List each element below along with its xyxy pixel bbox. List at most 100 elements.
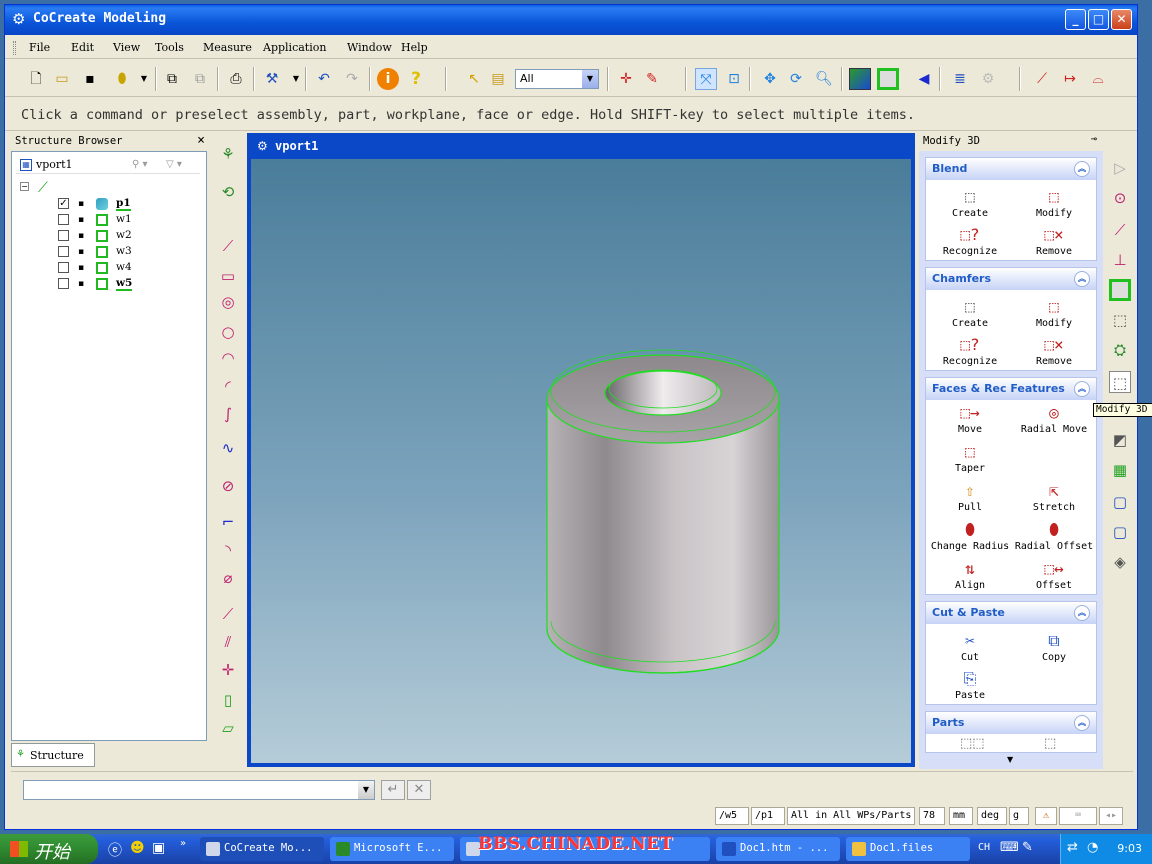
pin-icon[interactable]: ⊸ — [1091, 134, 1097, 145]
workplane-circle-icon[interactable]: ⊙ — [1109, 187, 1131, 209]
new-icon[interactable]: 🗋 — [25, 68, 47, 90]
cylinder-dropdown-icon[interactable]: ▼ — [133, 68, 155, 90]
command-input[interactable]: ▼ — [23, 780, 375, 800]
open-icon[interactable]: ▭ — [51, 68, 73, 90]
face-move-button[interactable]: ⬚→ Move — [928, 402, 1012, 440]
sheet-metal-icon[interactable]: ◈ — [1109, 551, 1131, 573]
group-cut-paste-header[interactable]: Cut & Paste ︽ — [926, 602, 1096, 624]
circle-center-icon[interactable]: ◎ — [217, 291, 239, 313]
menu-file[interactable]: File — [29, 41, 50, 54]
warning-icon[interactable]: ⚠ — [1035, 807, 1057, 825]
blend-modify-button[interactable]: ⬚ Modify — [1012, 186, 1096, 224]
group-blend-header[interactable]: Blend ︽ — [926, 158, 1096, 180]
tab-structure[interactable]: ⚘ Structure — [11, 743, 95, 767]
menu-view[interactable]: View — [113, 41, 140, 54]
collapse-icon[interactable]: ︽ — [1074, 381, 1090, 397]
mesh-icon[interactable]: ▦ — [1109, 459, 1131, 481]
task-excel[interactable]: Microsoft E... — [330, 837, 454, 861]
clock[interactable]: 9:03 — [1117, 842, 1142, 855]
collapse-icon[interactable]: ︽ — [1074, 161, 1090, 177]
wireframe-icon[interactable] — [877, 68, 899, 90]
collapse-icon[interactable]: ︽ — [1074, 605, 1090, 621]
menu-tools[interactable]: Tools — [155, 41, 184, 54]
start-button[interactable]: 开始 — [0, 834, 98, 864]
settings-dropdown-icon[interactable]: ▼ — [285, 68, 307, 90]
cancel-button[interactable]: ✕ — [407, 780, 431, 800]
group-chamfers-header[interactable]: Chamfers ︽ — [926, 268, 1096, 290]
note-icon[interactable]: ▢ — [1109, 521, 1131, 543]
menu-grip[interactable] — [13, 41, 16, 55]
keyboard-icon[interactable]: ⌨ — [1059, 807, 1097, 825]
prev-view-icon[interactable]: ◀ — [913, 68, 935, 90]
chamfer-recognize-button[interactable]: ⬚? Recognize — [928, 334, 1012, 372]
extrude-icon[interactable]: ▯ — [217, 689, 239, 711]
grid-icon[interactable]: ⚙ — [977, 68, 999, 90]
blend-remove-button[interactable]: ⬚× Remove — [1012, 224, 1096, 262]
radial-offset-button[interactable]: ⬮ Radial Offset — [1012, 519, 1096, 557]
copy-button[interactable]: ⧉ Copy — [1012, 630, 1096, 668]
play-icon[interactable]: ▷ — [1109, 157, 1131, 179]
tangent-icon[interactable]: ⌀ — [217, 567, 239, 589]
visibility-checkbox[interactable] — [58, 262, 69, 273]
line-icon[interactable]: ⟋ — [1031, 68, 1053, 90]
assembly-icon[interactable]: ⛭ — [1109, 339, 1131, 361]
nav-arrows-icon[interactable]: ◂▸ — [1099, 807, 1123, 825]
circle-icon[interactable]: ○ — [217, 321, 239, 343]
chamfer-icon[interactable]: ◝ — [217, 539, 239, 561]
spline-arc-icon[interactable]: ∫ — [217, 403, 239, 425]
arc-icon[interactable]: ⌓ — [1087, 68, 1109, 90]
chamfer-create-button[interactable]: ⬚ Create — [928, 296, 1012, 334]
task-doc1-htm[interactable]: Doc1.htm - ... — [716, 837, 840, 861]
chevron-down-icon[interactable]: ▼ — [358, 781, 374, 799]
blend-recognize-button[interactable]: ⬚? Recognize — [928, 224, 1012, 262]
undo-icon[interactable]: ↶ — [313, 68, 335, 90]
crosshair-icon[interactable]: ✛ — [615, 68, 637, 90]
paste-button[interactable]: ⎘ Paste — [928, 668, 1012, 706]
rotate-icon[interactable]: ⟳ — [785, 68, 807, 90]
info-icon[interactable]: i — [377, 68, 399, 90]
menu-window[interactable]: Window — [347, 41, 392, 54]
filter-icon[interactable]: ⚲ ▾ — [132, 156, 148, 174]
dimension-icon[interactable]: ⊥ — [1109, 249, 1131, 271]
part-icon[interactable]: ⬚ — [1044, 736, 1056, 751]
expand-toggle-icon[interactable]: − — [20, 182, 29, 191]
menu-application[interactable]: Application — [263, 41, 326, 54]
select-list-icon[interactable]: ▤ — [487, 68, 509, 90]
pull-button[interactable]: ⇧ Pull — [928, 480, 1012, 518]
align-button[interactable]: ⇅ Align — [928, 558, 1012, 596]
status-length-units[interactable]: mm — [949, 807, 973, 825]
qq-icon[interactable]: ☻ — [130, 840, 145, 856]
maximize-button[interactable]: □ — [1088, 9, 1109, 30]
group-faces-header[interactable]: Faces & Rec Features ︽ — [926, 378, 1096, 400]
mill-icon[interactable]: ▱ — [217, 717, 239, 739]
change-radius-button[interactable]: ⬮ Change Radius — [928, 519, 1012, 557]
visibility-checkbox[interactable] — [58, 278, 69, 289]
menu-edit[interactable]: Edit — [71, 41, 94, 54]
select-arrow-icon[interactable]: ↖ — [463, 68, 485, 90]
part-copy-icon[interactable]: ⬚⬚ — [960, 736, 985, 751]
cylinder-model[interactable] — [251, 159, 911, 763]
cylinder-icon[interactable]: ⬮ — [111, 68, 133, 90]
part-box-icon[interactable]: ⬚ — [1109, 309, 1131, 331]
volume-icon[interactable]: ◔ — [1087, 840, 1098, 855]
group-parts-header[interactable]: Parts ︽ — [926, 712, 1096, 734]
menu-measure[interactable]: Measure — [203, 41, 252, 54]
zoom-icon[interactable]: 🔍︎ — [813, 68, 835, 90]
ie-icon[interactable]: ⓔ — [108, 840, 122, 860]
selection-filter-select[interactable]: All ▼ — [515, 69, 599, 89]
chamfer-remove-button[interactable]: ⬚× Remove — [1012, 334, 1096, 372]
radial-move-button[interactable]: ◎ Radial Move — [1012, 402, 1096, 440]
rectangle-icon[interactable]: ▭ — [217, 265, 239, 287]
pen-icon[interactable]: ✎ — [1022, 840, 1033, 855]
shaded-icon[interactable] — [849, 68, 871, 90]
chamfer-modify-button[interactable]: ⬚ Modify — [1012, 296, 1096, 334]
settings-icon[interactable]: ⚒ — [261, 68, 283, 90]
chevron-down-icon[interactable]: ▼ — [582, 70, 598, 88]
menu-help[interactable]: Help — [401, 41, 428, 54]
intersection-icon[interactable]: ✛ — [217, 659, 239, 681]
zoom-fit-icon[interactable]: ⤧ — [695, 68, 717, 90]
close-button[interactable]: ✕ — [1111, 9, 1132, 30]
help-icon[interactable]: ? — [405, 68, 427, 90]
collapse-icon[interactable]: ︽ — [1074, 715, 1090, 731]
visibility-checkbox[interactable] — [58, 246, 69, 257]
